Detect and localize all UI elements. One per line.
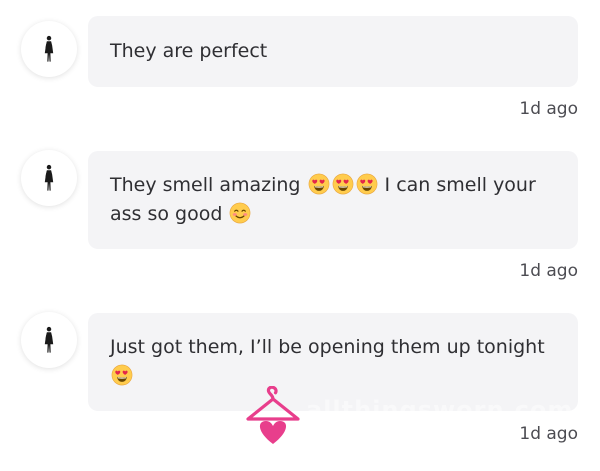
comment-timestamp: 1d ago xyxy=(519,261,578,281)
heart-eyes-emoji xyxy=(308,173,330,195)
smiling-blush-emoji xyxy=(229,202,251,224)
woman-silhouette-icon xyxy=(42,34,56,64)
woman-silhouette-icon xyxy=(42,163,56,193)
heart-eyes-emoji xyxy=(356,173,378,195)
heart-eyes-emoji xyxy=(111,364,133,386)
comment-timestamp: 1d ago xyxy=(519,99,578,119)
watermark-text: allthingsworn.com xyxy=(306,396,574,424)
comment-text: They smell amazing I can smell your ass … xyxy=(110,173,536,225)
woman-silhouette-icon xyxy=(42,325,56,355)
comment-text: Just got them, I’ll be opening them up t… xyxy=(110,333,556,391)
hanger-heart-logo xyxy=(246,386,300,444)
heart-eyes-emoji xyxy=(332,173,354,195)
comment-avatar[interactable] xyxy=(21,312,77,368)
comment-timestamp: 1d ago xyxy=(519,424,578,444)
comment-avatar[interactable] xyxy=(21,150,77,206)
comment-text: They are perfect xyxy=(110,40,268,62)
comment-bubble: They smell amazing I can smell your ass … xyxy=(88,151,578,249)
comment-avatar[interactable] xyxy=(21,21,77,77)
comment-bubble: They are perfect xyxy=(88,16,578,87)
